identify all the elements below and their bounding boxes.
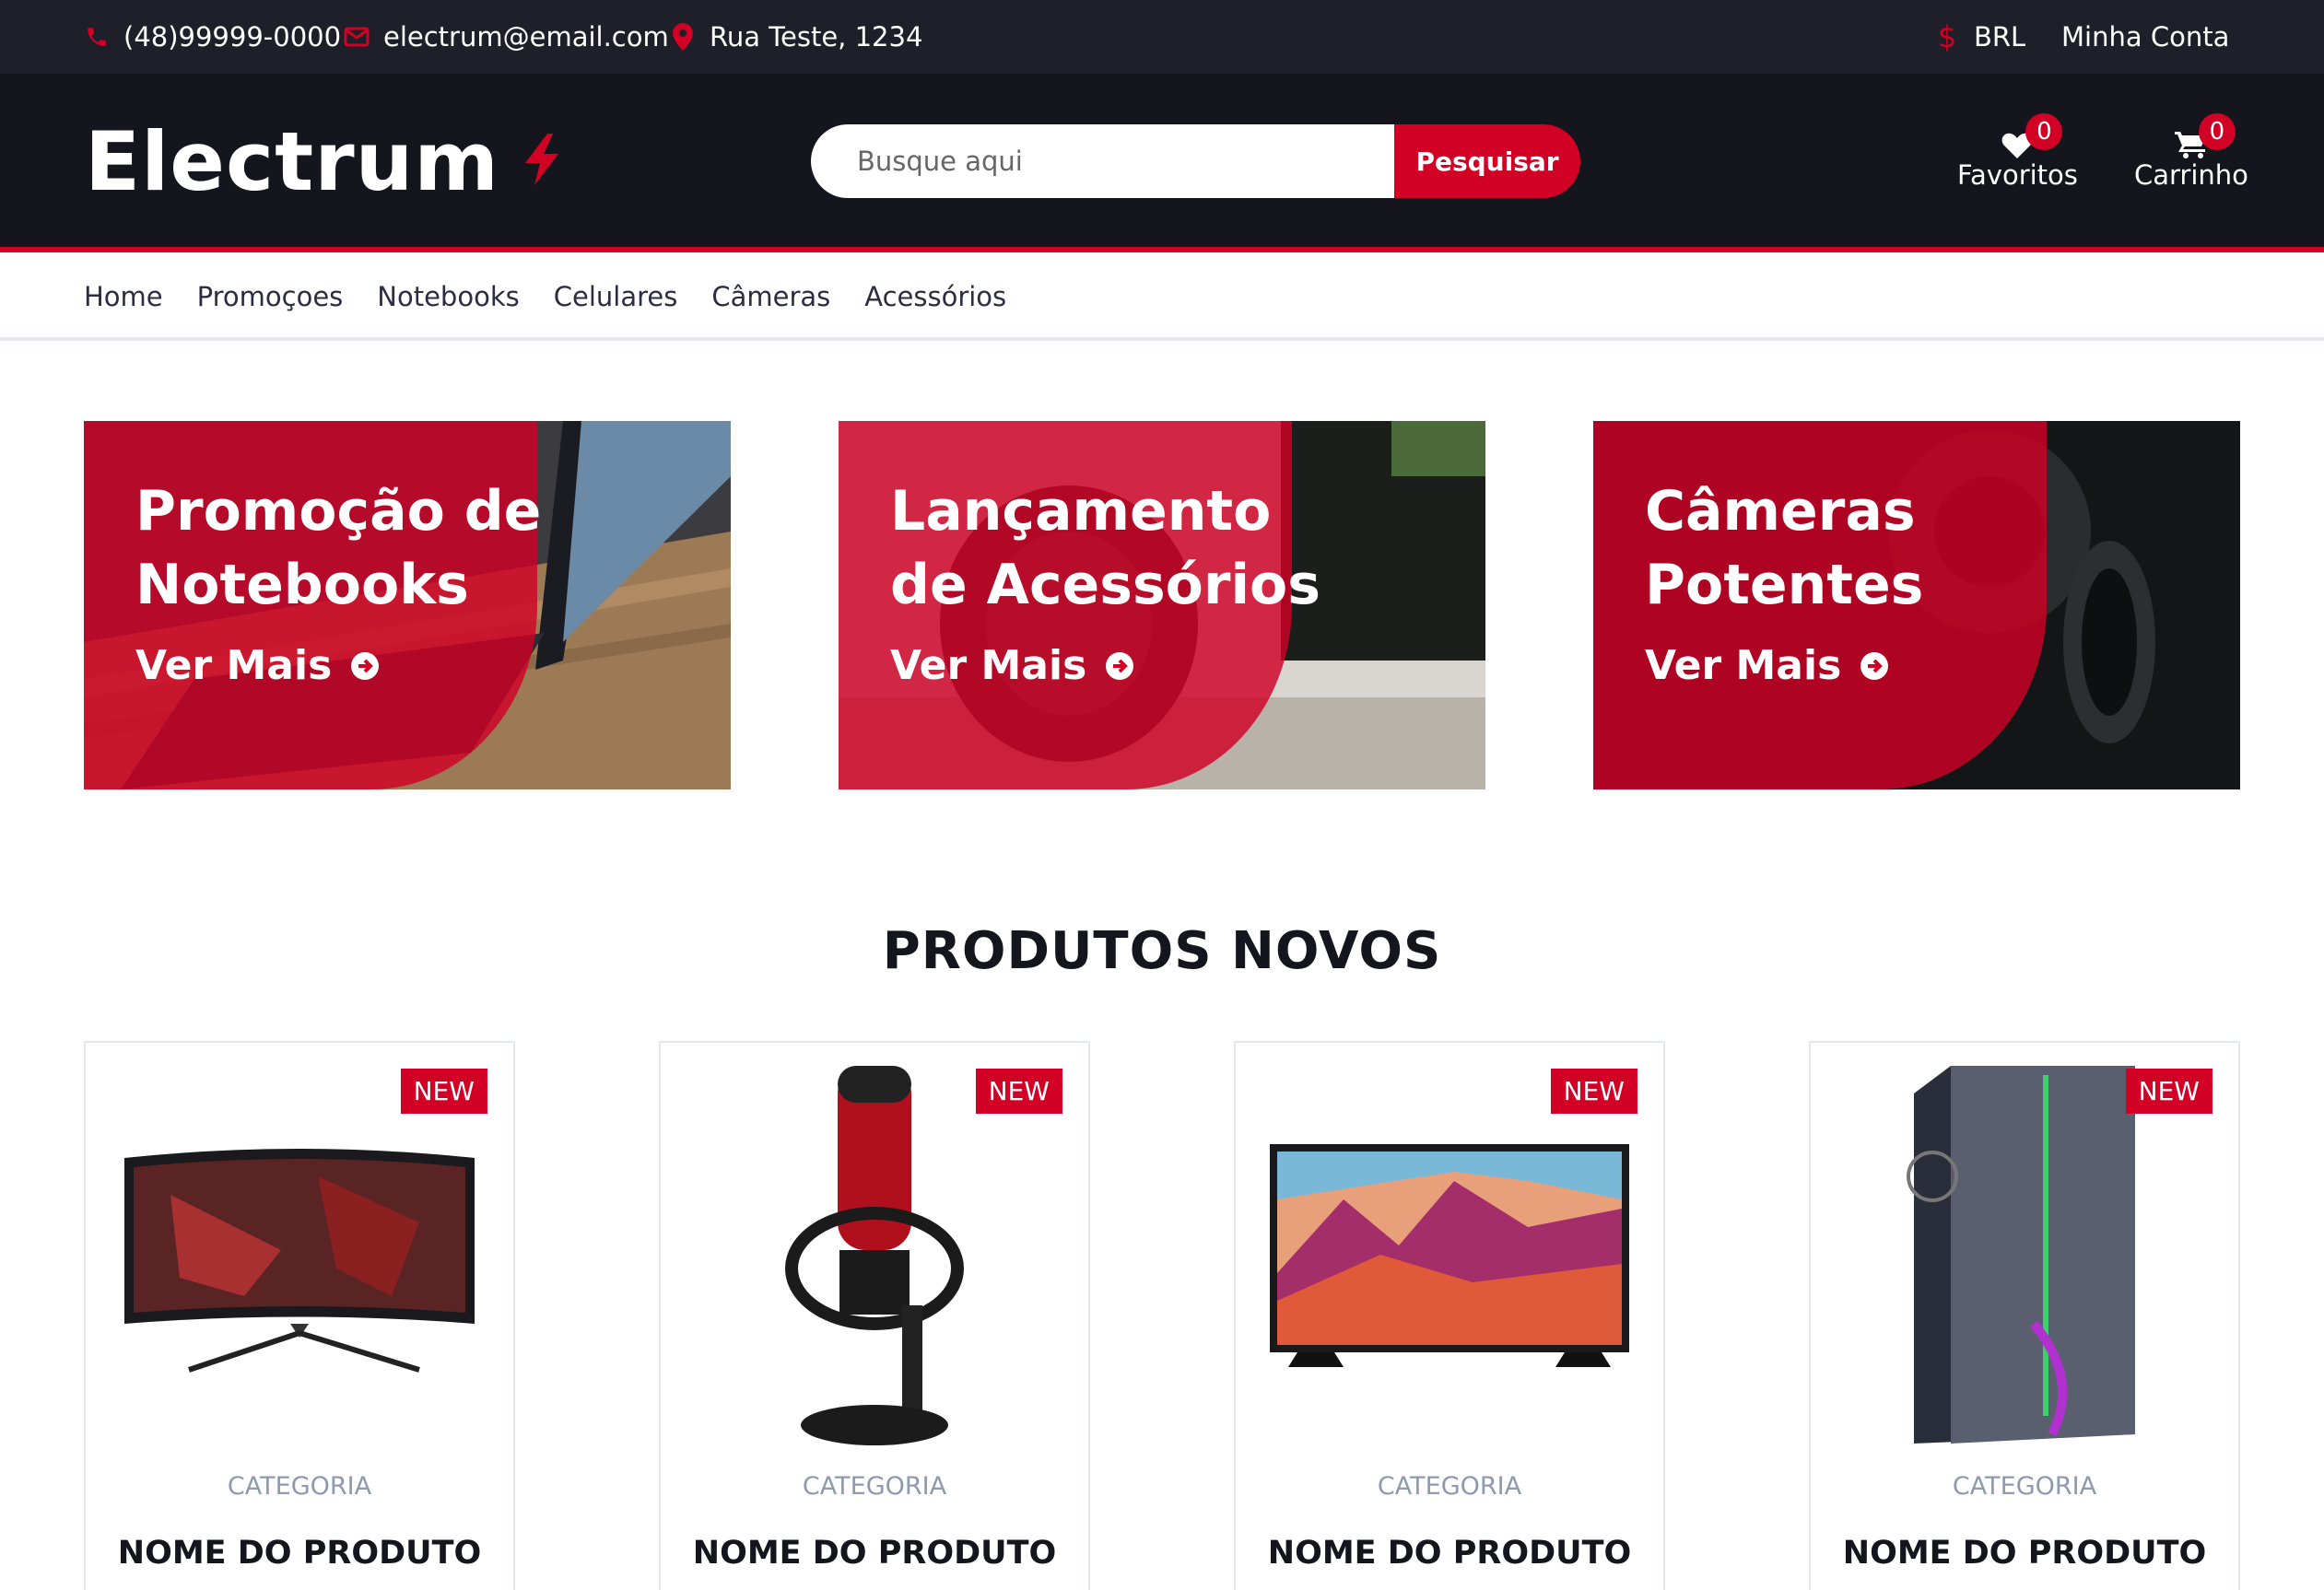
product-category: CATEGORIA <box>1377 1472 1522 1501</box>
product-image <box>1838 1061 2211 1457</box>
top-header: (48)99999-0000 electrum@email.com Rua Te… <box>0 0 2324 74</box>
phone-link[interactable]: (48)99999-0000 <box>83 0 341 74</box>
product-card[interactable]: NEW CATEGORIA NOME DO PRODUTO <box>659 1041 1090 1590</box>
nav-item-promocoes[interactable]: Promoçoes <box>197 281 344 312</box>
banner-notebooks[interactable]: Promoção de Notebooks Ver Mais <box>84 421 731 789</box>
main-navigation: Home Promoçoes Notebooks Celulares Câmer… <box>0 252 2324 341</box>
product-image <box>688 1061 1061 1457</box>
dollar-icon: $ <box>1937 19 1957 54</box>
account-text: Minha Conta <box>2061 21 2230 53</box>
phone-text: (48)99999-0000 <box>123 21 342 53</box>
address-link[interactable]: Rua Teste, 1234 <box>669 0 922 74</box>
banner-cta[interactable]: Ver Mais <box>1645 642 1889 689</box>
logo-text: Electrum <box>85 113 499 209</box>
banner-title-line-1: Lançamento <box>890 479 1272 544</box>
section-title: PRODUTOS NOVOS <box>882 921 1442 981</box>
search-button[interactable]: Pesquisar <box>1394 124 1580 198</box>
envelope-icon <box>343 23 370 51</box>
cart-count: 0 <box>2198 113 2236 150</box>
product-card[interactable]: NEW CATEGORIA NOME DO PRODUTO <box>1234 1041 1665 1590</box>
favorites-icon-wrap: 0 <box>2001 113 2063 159</box>
banner-cta[interactable]: Ver Mais <box>135 642 380 689</box>
currency-link[interactable]: $ BRL <box>1933 0 2025 74</box>
banner-title-line-1: Promoção de <box>135 479 542 544</box>
product-name[interactable]: NOME DO PRODUTO <box>1811 1535 2238 1572</box>
map-marker-icon <box>669 23 697 51</box>
page: (48)99999-0000 electrum@email.com Rua Te… <box>0 0 2324 1590</box>
arrow-circle-right-icon <box>1106 651 1134 680</box>
product-name[interactable]: NOME DO PRODUTO <box>86 1535 513 1572</box>
banner-title-line-2: de Acessórios <box>890 553 1320 617</box>
address-text: Rua Teste, 1234 <box>710 21 923 53</box>
favorites-label: Favoritos <box>1957 159 2078 191</box>
banner-title-line-1: Câmeras <box>1645 479 1916 544</box>
phone-icon <box>83 23 111 51</box>
product-name[interactable]: NOME DO PRODUTO <box>1236 1535 1663 1572</box>
nav-item-cameras[interactable]: Câmeras <box>711 281 830 312</box>
banner-title-line-2: Potentes <box>1645 553 1924 617</box>
arrow-circle-right-icon <box>351 651 380 680</box>
nav-item-notebooks[interactable]: Notebooks <box>377 281 519 312</box>
banner-title: Câmeras Potentes <box>1645 474 2235 622</box>
television-image <box>1270 1144 1629 1367</box>
curved-monitor-image <box>124 1149 475 1373</box>
account-link[interactable]: Minha Conta <box>2061 0 2229 74</box>
arrow-circle-right-icon <box>1860 651 1889 680</box>
banner-acessorios[interactable]: Lançamento de Acessórios Ver Mais <box>839 421 1485 789</box>
search-input[interactable] <box>811 124 1394 198</box>
product-image <box>1263 1061 1636 1457</box>
email-text: electrum@email.com <box>383 21 669 53</box>
product-image <box>113 1061 486 1457</box>
nav-item-acessorios[interactable]: Acessórios <box>864 281 1006 312</box>
search-form: Pesquisar <box>811 124 1580 198</box>
favorites-button[interactable]: 0 Favoritos <box>1957 113 2078 191</box>
product-category: CATEGORIA <box>802 1472 947 1501</box>
banner-cta[interactable]: Ver Mais <box>890 642 1134 689</box>
nav-item-celulares[interactable]: Celulares <box>554 281 678 312</box>
new-badge: NEW <box>1550 1069 1637 1114</box>
new-badge: NEW <box>400 1069 487 1114</box>
cart-icon-wrap: 0 <box>2174 113 2236 159</box>
cart-button[interactable]: 0 Carrinho <box>2134 113 2248 191</box>
product-card[interactable]: NEW CATEGORIA NOME DO PRODUTO <box>1809 1041 2240 1590</box>
banner-cta-label: Ver Mais <box>135 642 333 689</box>
product-name[interactable]: NOME DO PRODUTO <box>661 1535 1088 1572</box>
product-category: CATEGORIA <box>227 1472 372 1501</box>
currency-text: BRL <box>1974 21 2026 53</box>
cart-label: Carrinho <box>2134 159 2248 191</box>
microphone-image <box>785 1066 964 1445</box>
new-badge: NEW <box>975 1069 1062 1114</box>
product-category: CATEGORIA <box>1952 1472 2097 1501</box>
banner-title: Promoção de Notebooks <box>135 474 725 622</box>
banner-cta-label: Ver Mais <box>890 642 1087 689</box>
favorites-count: 0 <box>2025 113 2063 150</box>
pc-case-image <box>1907 1066 2135 1444</box>
email-link[interactable]: electrum@email.com <box>343 0 669 74</box>
new-badge: NEW <box>2125 1069 2212 1114</box>
logo[interactable]: Electrum <box>85 111 564 212</box>
banner-cameras[interactable]: Câmeras Potentes Ver Mais <box>1593 421 2240 789</box>
banner-title: Lançamento de Acessórios <box>890 474 1480 622</box>
nav-item-home[interactable]: Home <box>84 281 163 312</box>
banner-cta-label: Ver Mais <box>1645 642 1842 689</box>
banner-title-line-2: Notebooks <box>135 553 469 617</box>
product-card[interactable]: NEW CATEGORIA NOME DO PRODUTO <box>84 1041 515 1590</box>
lightning-bolt-icon <box>520 132 564 191</box>
